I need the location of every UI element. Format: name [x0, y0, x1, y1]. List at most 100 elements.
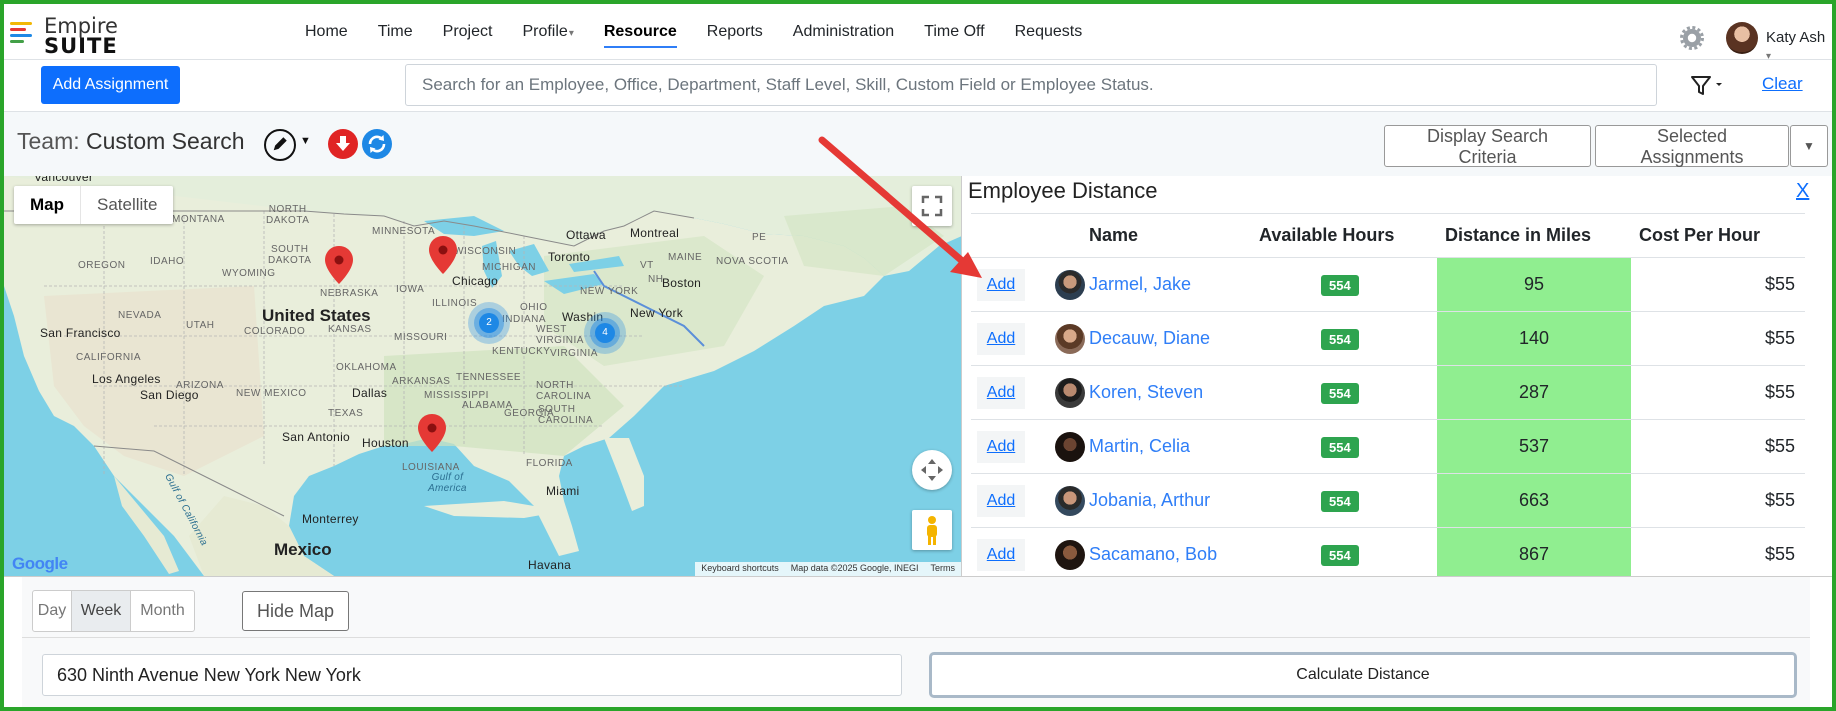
map-label-ottawa: Ottawa [566, 228, 606, 242]
map-label-georgia: GEORGIA [504, 408, 555, 419]
add-employee-link[interactable]: Add [977, 376, 1025, 409]
view-month-button[interactable]: Month [130, 590, 195, 632]
clear-link[interactable]: Clear [1762, 74, 1803, 94]
close-panel-link[interactable]: X [1796, 180, 1809, 203]
map-label-texas: TEXAS [328, 408, 364, 419]
map-label-colorado: COLORADO [244, 326, 306, 337]
col-available-hours[interactable]: Available Hours [1259, 213, 1437, 258]
filter-icon [1691, 76, 1722, 95]
map-cluster[interactable]: 4 [584, 312, 626, 354]
user-avatar[interactable] [1726, 22, 1758, 54]
map-label-montreal: Montreal [630, 226, 680, 240]
employee-search-input[interactable] [405, 64, 1657, 106]
map-pin-icon[interactable] [325, 246, 353, 284]
fullscreen-button[interactable] [912, 186, 952, 226]
view-week-button[interactable]: Week [71, 590, 131, 632]
download-arrow-icon [336, 136, 350, 151]
download-button[interactable] [328, 129, 358, 159]
address-input[interactable] [42, 654, 902, 696]
nav-time[interactable]: Time [363, 4, 428, 60]
selected-assignments-button[interactable]: Selected Assignments [1595, 125, 1789, 167]
display-search-criteria-button[interactable]: Display Search Criteria [1384, 125, 1591, 167]
view-day-button[interactable]: Day [32, 590, 72, 632]
employee-name-link[interactable]: Koren, Steven [1089, 382, 1203, 402]
calculate-distance-button[interactable]: Calculate Distance [929, 652, 1797, 698]
nav-home[interactable]: Home [290, 4, 363, 60]
empire-suite-logo[interactable]: Empire SUITE [10, 12, 120, 58]
map-view[interactable]: Vancouver NORTH DAKOTA MONTANA MINNESOTA… [4, 176, 962, 576]
user-menu[interactable]: Katy Ash ▾ [1766, 29, 1832, 63]
nav-time-off-label: Time Off [924, 23, 985, 40]
map-label-iowa: IOWA [396, 284, 425, 295]
map-label-gulf: Gulf of America [428, 472, 467, 494]
caret-down-icon: ▼ [1803, 139, 1815, 153]
col-cost[interactable]: Cost Per Hour [1631, 213, 1805, 258]
map-pin-icon[interactable] [418, 414, 446, 452]
cost-cell: $55 [1631, 527, 1805, 576]
add-employee-link[interactable]: Add [977, 322, 1025, 355]
nav-project[interactable]: Project [428, 4, 508, 60]
nav-requests[interactable]: Requests [1000, 4, 1098, 60]
employee-name-link[interactable]: Jarmel, Jake [1089, 274, 1191, 294]
table-row: Add Jarmel, Jake 554 95 $55 [971, 257, 1805, 312]
selected-assignments-dropdown[interactable]: ▼ [1790, 125, 1828, 167]
cost-cell: $55 [1631, 365, 1805, 420]
keyboard-shortcuts-link[interactable]: Keyboard shortcuts [701, 563, 779, 575]
col-name[interactable]: Name [1089, 213, 1259, 258]
add-employee-link[interactable]: Add [977, 538, 1025, 571]
street-view-pegman[interactable] [912, 510, 952, 550]
map-type-toggle: Map Satellite [14, 186, 174, 224]
team-bar: Team: Custom Search ▼ Display Search Cri… [4, 112, 1832, 176]
map-cluster[interactable]: 2 [468, 302, 510, 344]
employee-name-link[interactable]: Martin, Celia [1089, 436, 1190, 456]
map-label-san-diego: San Diego [140, 388, 199, 402]
divider [22, 637, 1810, 638]
map-label-minnesota: MINNESOTA [372, 226, 436, 237]
add-employee-link[interactable]: Add [977, 484, 1025, 517]
hide-map-button[interactable]: Hide Map [242, 591, 349, 631]
nav-time-off[interactable]: Time Off [909, 4, 999, 60]
distance-cell: 867 [1437, 527, 1631, 576]
map-label-monterrey: Monterrey [302, 512, 359, 526]
nav-administration[interactable]: Administration [778, 4, 909, 60]
employee-name-link[interactable]: Sacamano, Bob [1089, 544, 1217, 564]
cost-cell: $55 [1631, 473, 1805, 528]
employee-name-link[interactable]: Decauw, Diane [1089, 328, 1210, 348]
map-label-maine: MAINE [668, 252, 703, 263]
nav-reports[interactable]: Reports [692, 4, 778, 60]
add-employee-link[interactable]: Add [977, 430, 1025, 463]
add-employee-link[interactable]: Add [977, 268, 1025, 301]
nav-profile-label: Profile [522, 23, 568, 40]
distance-cell: 287 [1437, 365, 1631, 420]
map-label-arkansas: ARKANSAS [392, 376, 451, 387]
chevron-down-icon[interactable]: ▼ [300, 135, 311, 147]
filter-dropdown-button[interactable] [1688, 72, 1728, 100]
employee-name-link[interactable]: Jobania, Arthur [1089, 490, 1210, 510]
map-pan-control[interactable] [912, 450, 952, 490]
edit-team-button[interactable] [264, 129, 296, 161]
add-assignment-button[interactable]: Add Assignment [41, 66, 180, 104]
nav-profile[interactable]: Profile▾ [507, 4, 588, 60]
map-label-mexico: Mexico [274, 540, 332, 559]
col-avatar [1041, 213, 1089, 258]
map-label-idaho: IDAHO [150, 256, 185, 267]
table-row: Add Jobania, Arthur 554 663 $55 [971, 473, 1805, 528]
top-navbar: Empire SUITE Home Time Project Profile▾ … [4, 4, 1832, 63]
col-distance[interactable]: Distance in Miles [1437, 213, 1631, 258]
map-pin-icon[interactable] [429, 236, 457, 274]
hours-badge: 554 [1321, 436, 1359, 458]
distance-cell: 140 [1437, 311, 1631, 366]
action-bar: Add Assignment Clear [4, 60, 1832, 112]
nav-resource[interactable]: Resource [589, 4, 692, 60]
avatar [1055, 539, 1085, 570]
avatar [1055, 431, 1085, 462]
terms-link[interactable]: Terms [931, 563, 956, 575]
map-label-nevada: NEVADA [118, 310, 162, 321]
refresh-button[interactable] [362, 129, 392, 159]
map-type-satellite-button[interactable]: Satellite [81, 186, 173, 224]
nav-project-label: Project [442, 23, 493, 40]
map-label-west-virginia: WEST VIRGINIA [536, 324, 584, 346]
map-type-map-button[interactable]: Map [14, 186, 81, 224]
gear-icon[interactable] [1680, 26, 1704, 50]
map-label-north-carolina: NORTH CAROLINA [536, 380, 592, 402]
